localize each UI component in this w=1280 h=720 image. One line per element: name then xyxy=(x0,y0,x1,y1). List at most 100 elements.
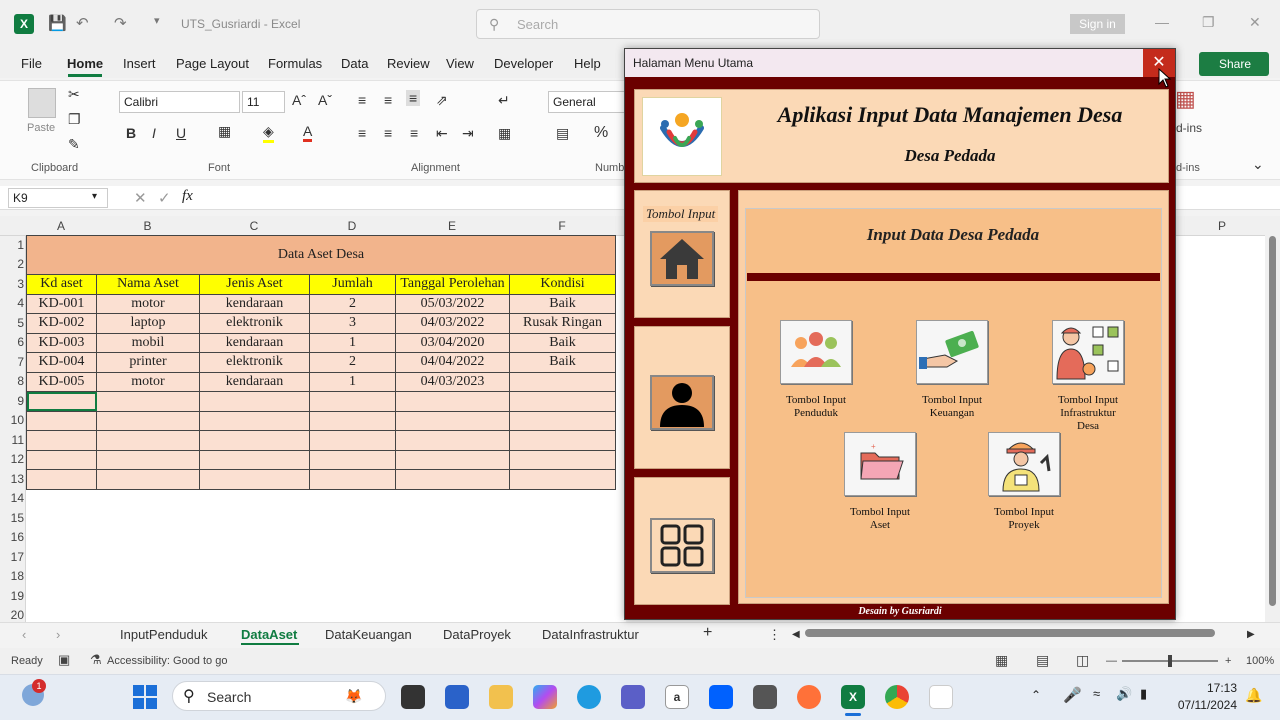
sign-in-button[interactable]: Sign in xyxy=(1070,14,1125,34)
cell[interactable]: elektronik xyxy=(199,313,310,334)
menu-file[interactable]: File xyxy=(21,56,42,71)
userform-title-bar[interactable]: Halaman Menu Utama xyxy=(625,49,1175,77)
cell[interactable] xyxy=(509,371,616,392)
excel-taskbar-icon[interactable]: X xyxy=(841,685,865,709)
header-cell[interactable]: Nama Aset xyxy=(96,274,200,295)
menu-help[interactable]: Help xyxy=(574,56,601,71)
row-header[interactable]: 5 xyxy=(0,316,24,330)
align-left-icon[interactable]: ≡ xyxy=(358,125,366,141)
teams-icon[interactable] xyxy=(621,685,645,709)
cell[interactable]: Rusak Ringan xyxy=(509,313,616,334)
cell[interactable] xyxy=(309,449,396,470)
normal-view-icon[interactable]: ▦ xyxy=(995,652,1008,669)
tombol-input-proyek-button[interactable] xyxy=(988,432,1060,496)
increase-indent-icon[interactable]: ⇥ xyxy=(462,125,474,142)
cancel-entry-icon[interactable]: ✕ xyxy=(134,189,147,207)
cell[interactable]: mobil xyxy=(96,332,200,353)
menu-review[interactable]: Review xyxy=(387,56,430,71)
cell[interactable]: kendaraan xyxy=(199,293,310,314)
menu-insert[interactable]: Insert xyxy=(123,56,156,71)
user-button[interactable] xyxy=(650,375,714,430)
cell[interactable] xyxy=(26,449,97,470)
orientation-icon[interactable]: ⇗ xyxy=(436,92,448,109)
cell[interactable] xyxy=(309,430,396,451)
format-painter-icon[interactable]: ✎ xyxy=(68,136,80,153)
cell[interactable] xyxy=(199,391,310,412)
tab-input-penduduk[interactable]: InputPenduduk xyxy=(120,627,207,642)
tab-data-keuangan[interactable]: DataKeuangan xyxy=(325,627,412,642)
italic-icon[interactable]: I xyxy=(152,125,156,141)
cell[interactable]: Baik xyxy=(509,352,616,373)
row-header[interactable]: 15 xyxy=(0,511,24,525)
cell[interactable] xyxy=(96,391,200,412)
cut-icon[interactable]: ✂ xyxy=(68,86,80,103)
row-header[interactable]: 3 xyxy=(0,277,24,291)
microphone-icon[interactable]: 🎤 xyxy=(1063,686,1082,704)
tombol-input-infrastruktur-button[interactable] xyxy=(1052,320,1124,384)
header-cell[interactable]: Jumlah xyxy=(309,274,396,295)
zoom-slider-handle[interactable] xyxy=(1168,655,1172,667)
cell[interactable]: Baik xyxy=(509,332,616,353)
tombol-input-keuangan-button[interactable] xyxy=(916,320,988,384)
cell[interactable]: kendaraan xyxy=(199,371,310,392)
row-header[interactable]: 17 xyxy=(0,550,24,564)
cell[interactable] xyxy=(309,469,396,490)
dropbox-icon[interactable] xyxy=(709,685,733,709)
clock-date[interactable]: 07/11/2024 xyxy=(1165,698,1237,712)
column-header-f[interactable]: F xyxy=(509,219,615,233)
underline-icon[interactable]: U xyxy=(176,125,186,141)
cell[interactable] xyxy=(395,469,510,490)
minimize-icon[interactable]: — xyxy=(1155,14,1169,30)
row-header[interactable]: 1 xyxy=(0,238,24,252)
row-header[interactable]: 18 xyxy=(0,569,24,583)
cell[interactable]: 1 xyxy=(309,332,396,353)
cell[interactable]: 03/04/2020 xyxy=(395,332,510,353)
row-header[interactable]: 11 xyxy=(0,433,24,447)
cell[interactable] xyxy=(96,430,200,451)
header-cell[interactable]: Tanggal Perolehan xyxy=(395,274,510,295)
chrome-icon[interactable] xyxy=(885,685,909,709)
column-header-e[interactable]: E xyxy=(395,219,509,233)
cell[interactable]: KD-004 xyxy=(26,352,97,373)
share-button[interactable]: Share xyxy=(1199,52,1269,76)
horizontal-scroll-thumb[interactable] xyxy=(805,629,1215,637)
percent-icon[interactable]: % xyxy=(594,124,608,142)
cell[interactable] xyxy=(309,410,396,431)
name-box-dropdown-icon[interactable]: ▾ xyxy=(92,191,97,202)
row-header[interactable]: 8 xyxy=(0,374,24,388)
tab-scroll-right-icon[interactable]: › xyxy=(56,627,60,642)
cell[interactable] xyxy=(26,430,97,451)
zoom-level[interactable]: 100% xyxy=(1246,655,1274,667)
restore-icon[interactable]: ❐ xyxy=(1202,14,1215,31)
cell[interactable]: 1 xyxy=(309,371,396,392)
number-format-select[interactable]: General xyxy=(548,91,626,113)
battery-icon[interactable]: ▮ xyxy=(1140,686,1147,702)
cell[interactable] xyxy=(395,430,510,451)
worksheet-area-right[interactable] xyxy=(1175,236,1265,622)
volume-icon[interactable]: 🔊 xyxy=(1116,686,1132,702)
widgets-app-icon[interactable] xyxy=(445,685,469,709)
row-header[interactable]: 10 xyxy=(0,413,24,427)
notification-bell-icon[interactable]: 🔔 xyxy=(1245,687,1262,704)
cell[interactable]: KD-002 xyxy=(26,313,97,334)
add-sheet-icon[interactable]: + xyxy=(703,624,712,642)
align-center-icon[interactable]: ≡ xyxy=(384,125,392,141)
cell[interactable] xyxy=(509,391,616,412)
cell[interactable]: kendaraan xyxy=(199,332,310,353)
insert-function-icon[interactable]: fx xyxy=(182,188,193,205)
align-top-icon[interactable]: ≡ xyxy=(358,92,366,108)
cell[interactable] xyxy=(509,430,616,451)
collapse-ribbon-icon[interactable]: ⌄ xyxy=(1252,156,1264,173)
zoom-out-icon[interactable]: — xyxy=(1106,655,1117,667)
cell[interactable]: motor xyxy=(96,293,200,314)
tombol-input-aset-button[interactable]: + xyxy=(844,432,916,496)
amazon-icon[interactable]: a xyxy=(665,685,689,709)
font-size-select[interactable]: 11 xyxy=(242,91,285,113)
column-header-p[interactable]: P xyxy=(1195,219,1249,233)
table-title[interactable]: Data Aset Desa xyxy=(26,235,616,275)
row-header[interactable]: 19 xyxy=(0,589,24,603)
cell[interactable]: 05/03/2022 xyxy=(395,293,510,314)
row-header[interactable]: 7 xyxy=(0,355,24,369)
row-header[interactable]: 4 xyxy=(0,296,24,310)
accessibility-icon[interactable]: ⚗ xyxy=(90,652,102,668)
